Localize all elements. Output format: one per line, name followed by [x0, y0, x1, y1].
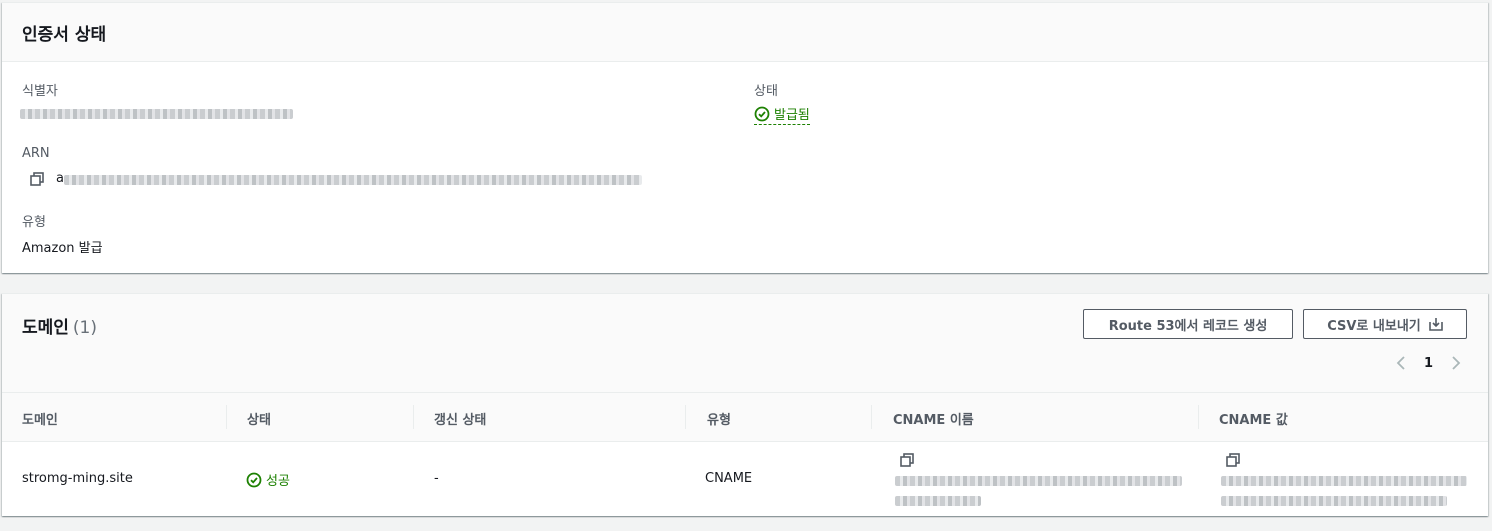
copy-icon[interactable] — [1226, 453, 1240, 467]
domains-header: 도메인 (1) Route 53에서 레코드 생성 CSV로 내보내기 1 — [2, 294, 1488, 392]
column-header-status[interactable]: 상태 — [247, 409, 271, 428]
column-header-cname-name[interactable]: CNAME 이름 — [893, 409, 974, 428]
column-header-domain[interactable]: 도메인 — [22, 409, 58, 428]
chevron-right-icon[interactable] — [1451, 355, 1461, 371]
domains-title-text: 도메인 — [22, 318, 69, 338]
chevron-left-icon[interactable] — [1396, 355, 1406, 371]
type-value: Amazon 발급 — [22, 241, 103, 256]
check-circle-icon — [246, 472, 262, 487]
cname-value-redacted — [1221, 476, 1467, 486]
copy-icon[interactable] — [900, 453, 914, 467]
arn-label: ARN — [22, 146, 50, 161]
download-icon — [1428, 318, 1443, 331]
export-csv-button[interactable]: CSV로 내보내기 — [1303, 309, 1467, 339]
domain-cell: stromg-ming.site — [22, 471, 133, 486]
certificate-status-header: 인증서 상태 — [2, 3, 1488, 62]
arn-prefix: a — [56, 171, 64, 186]
certificate-status-text: 발급됨 — [774, 108, 810, 123]
pagination: 1 — [1396, 355, 1461, 371]
identifier-label: 식별자 — [22, 84, 58, 99]
cname-name-redacted — [895, 476, 1182, 486]
column-header-cname-value[interactable]: CNAME 값 — [1219, 409, 1288, 428]
cname-value-redacted — [1221, 496, 1447, 506]
type-cell: CNAME — [705, 471, 753, 486]
create-route53-records-button[interactable]: Route 53에서 레코드 생성 — [1083, 309, 1293, 339]
create-route53-records-label: Route 53에서 레코드 생성 — [1108, 318, 1268, 334]
page-number-1[interactable]: 1 — [1424, 356, 1433, 371]
cname-name-redacted — [895, 496, 981, 506]
table-row: stromg-ming.site 성공 - CNAME — [2, 442, 1488, 517]
export-csv-label: CSV로 내보내기 — [1327, 318, 1421, 334]
domains-count: (1) — [72, 318, 98, 338]
column-divider — [871, 405, 872, 429]
certificate-status-value[interactable]: 발급됨 — [754, 104, 810, 125]
identifier-value-redacted — [20, 109, 293, 119]
certificate-status-title: 인증서 상태 — [22, 25, 107, 45]
arn-value-redacted — [64, 175, 642, 185]
copy-icon[interactable] — [30, 172, 44, 186]
status-label: 상태 — [754, 84, 778, 99]
domains-table-header: 도메인 상태 갱신 상태 유형 CNAME 이름 CNAME 값 — [2, 392, 1488, 442]
domain-status-text: 성공 — [266, 474, 290, 489]
domains-panel: 도메인 (1) Route 53에서 레코드 생성 CSV로 내보내기 1 도메인… — [2, 293, 1488, 516]
column-header-renewal-status[interactable]: 갱신 상태 — [434, 409, 486, 428]
certificate-status-panel: 인증서 상태 식별자 상태 발급됨 ARN a 유형 Amazon 발급 — [2, 2, 1488, 273]
renewal-status-cell: - — [434, 471, 439, 486]
check-circle-icon — [754, 106, 770, 121]
column-divider — [1198, 405, 1199, 429]
column-divider — [413, 405, 414, 429]
column-divider — [226, 405, 227, 429]
domains-title: 도메인 (1) — [22, 313, 97, 338]
domain-status-cell: 성공 — [246, 470, 290, 489]
column-divider — [685, 405, 686, 429]
column-header-type[interactable]: 유형 — [707, 409, 731, 428]
type-label: 유형 — [22, 215, 46, 230]
